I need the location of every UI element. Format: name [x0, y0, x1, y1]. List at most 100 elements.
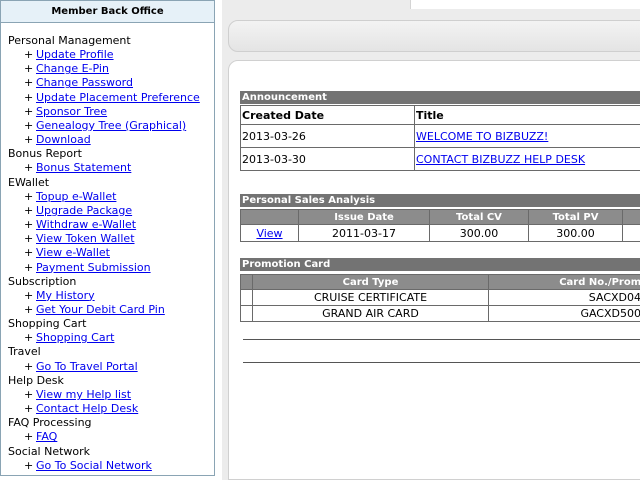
sidebar-header: Member Back Office	[1, 1, 214, 23]
view-link[interactable]: View	[256, 227, 282, 240]
plus-icon: +	[24, 118, 34, 132]
table-row: 2013-03-30 CONTACT BIZBUZZ HELP DESK	[240, 147, 640, 171]
sidebar-item-label[interactable]: Sponsor Tree	[36, 105, 107, 118]
sidebar-group-label: Help Desk	[8, 373, 64, 387]
total-cv: 300.00	[429, 224, 529, 242]
plus-icon: +	[24, 48, 34, 62]
sidebar-item[interactable]: + Update Placement Preference	[8, 91, 214, 105]
plus-icon: +	[24, 402, 34, 416]
sidebar-item-label[interactable]: FAQ	[36, 430, 57, 443]
sidebar-item[interactable]: + View e-Wallet	[8, 246, 214, 260]
plus-icon: +	[24, 133, 34, 147]
plus-icon: +	[24, 76, 34, 90]
plus-icon: +	[24, 218, 34, 232]
sales-table: Issue Date Total CV Total PV View 2011-0…	[240, 209, 640, 242]
plus-icon: +	[24, 331, 34, 345]
sidebar-item-label[interactable]: Bonus Statement	[36, 161, 131, 174]
col-issue-date: Issue Date	[298, 209, 430, 225]
sidebar-item[interactable]: + Bonus Statement	[8, 161, 214, 175]
total-pv: 300.00	[528, 224, 623, 242]
sidebar-group-label: Personal Management	[8, 34, 131, 47]
sidebar-item[interactable]: + Payment Submission	[8, 261, 214, 275]
sidebar-group-label: FAQ Processing	[8, 416, 92, 430]
sidebar-item[interactable]: + FAQ	[8, 430, 214, 444]
top-strip	[410, 0, 640, 9]
sidebar-item[interactable]: + Go To Social Network	[8, 459, 214, 473]
promo-table: Card Type Card No./Promo CRUISE CERTIFIC…	[240, 274, 640, 322]
sidebar-item-label[interactable]: Get Your Debit Card Pin	[36, 303, 165, 316]
blank-cell	[240, 305, 253, 322]
sidebar-item[interactable]: + View Token Wallet	[8, 232, 214, 246]
col-card-no: Card No./Promo	[488, 274, 640, 290]
sidebar-item-label[interactable]: View my Help list	[36, 388, 131, 401]
plus-icon: +	[24, 260, 34, 274]
sidebar-item[interactable]: + Topup e-Wallet	[8, 190, 214, 204]
promo-header-row: Card Type Card No./Promo	[240, 274, 640, 290]
sidebar-item[interactable]: + Withdraw e-Wallet	[8, 218, 214, 232]
plus-icon: +	[24, 302, 34, 316]
col-total-pv: Total PV	[528, 209, 623, 225]
plus-icon: +	[24, 430, 34, 444]
announcement-date: 2013-03-26	[240, 124, 415, 148]
sidebar-group-label: Travel	[8, 345, 41, 359]
sidebar-item-label[interactable]: Update Profile	[36, 48, 114, 61]
sales-header: Personal Sales Analysis	[240, 194, 640, 207]
sidebar-item[interactable]: + My History	[8, 289, 214, 303]
sidebar-item-label[interactable]: View e-Wallet	[36, 246, 110, 259]
sidebar-item[interactable]: + Change E-Pin	[8, 62, 214, 76]
plus-icon: +	[24, 458, 34, 472]
plus-icon: +	[24, 232, 34, 246]
sidebar-item[interactable]: + Shopping Cart	[8, 331, 214, 345]
sidebar-item[interactable]: + Upgrade Package	[8, 204, 214, 218]
sidebar-item-label[interactable]: Change E-Pin	[36, 62, 109, 75]
announcement-link[interactable]: CONTACT BIZBUZZ HELP DESK	[416, 153, 585, 166]
sidebar-item-label[interactable]: Go To Travel Portal	[36, 360, 138, 373]
col-blank	[240, 274, 253, 290]
sidebar-item[interactable]: + View my Help list	[8, 388, 214, 402]
sidebar-item-label[interactable]: Withdraw e-Wallet	[36, 218, 136, 231]
announcement-table: Created Date Title 2013-03-26 WELCOME TO…	[240, 105, 640, 171]
plus-icon: +	[24, 203, 34, 217]
sidebar-item-label[interactable]: Download	[36, 133, 91, 146]
col-title: Title	[414, 105, 640, 125]
sidebar-item[interactable]: + Sponsor Tree	[8, 105, 214, 119]
sidebar-item-label[interactable]: Payment Submission	[36, 261, 151, 274]
sidebar-item-label[interactable]: Go To Social Network	[36, 459, 152, 472]
sales-header-row: Issue Date Total CV Total PV	[240, 209, 640, 225]
sidebar-group-label: Subscription	[8, 274, 77, 288]
announcement-link[interactable]: WELCOME TO BIZBUZZ!	[416, 130, 548, 143]
sidebar-item[interactable]: + Go To Travel Portal	[8, 360, 214, 374]
announcement-date: 2013-03-30	[240, 147, 415, 171]
col-action	[240, 209, 299, 225]
sidebar-item-label[interactable]: Update Placement Preference	[36, 91, 200, 104]
sidebar-item[interactable]: + Download	[8, 133, 214, 147]
divider	[243, 339, 640, 340]
sidebar-item[interactable]: + Update Profile	[8, 48, 214, 62]
divider	[243, 362, 640, 363]
card-type: GRAND AIR CARD	[252, 305, 489, 322]
sidebar-item-label[interactable]: Genealogy Tree (Graphical)	[36, 119, 186, 132]
sidebar-item-label[interactable]: Shopping Cart	[36, 331, 114, 344]
sidebar-item-label[interactable]: View Token Wallet	[36, 232, 135, 245]
sidebar-item-label[interactable]: Topup e-Wallet	[36, 190, 116, 203]
table-row: GRAND AIR CARD GACXD5000	[240, 305, 640, 322]
card-no: SACXD041	[488, 289, 640, 306]
issue-date: 2011-03-17	[298, 224, 430, 242]
extra-cell	[622, 224, 640, 242]
table-row: CRUISE CERTIFICATE SACXD041	[240, 289, 640, 306]
sidebar-menu: Personal Management + Update Profile + Chang…	[1, 23, 214, 473]
sidebar-item[interactable]: + Genealogy Tree (Graphical)	[8, 119, 214, 133]
sidebar-group-label: Shopping Cart	[8, 317, 87, 331]
sidebar-item-label[interactable]: Change Password	[36, 76, 133, 89]
plus-icon: +	[24, 246, 34, 260]
sidebar-item[interactable]: + Contact Help Desk	[8, 402, 214, 416]
sidebar-item-label[interactable]: My History	[36, 289, 95, 302]
card-no: GACXD5000	[488, 305, 640, 322]
plus-icon: +	[24, 161, 34, 175]
sidebar-item[interactable]: + Get Your Debit Card Pin	[8, 303, 214, 317]
sidebar-item[interactable]: + Change Password	[8, 76, 214, 90]
sidebar-item-label[interactable]: Contact Help Desk	[36, 402, 138, 415]
card-type: CRUISE CERTIFICATE	[252, 289, 489, 306]
sidebar-group-label: Social Network	[8, 444, 91, 458]
sidebar-item-label[interactable]: Upgrade Package	[36, 204, 132, 217]
